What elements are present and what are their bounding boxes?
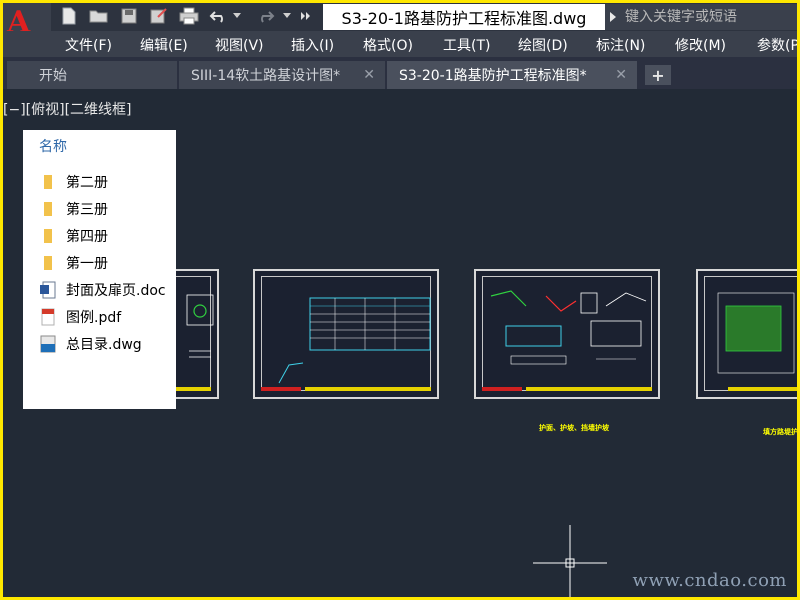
folder-icon [39,254,57,272]
save-icon [121,8,137,24]
menu-draw[interactable]: 绘图(D) [518,35,568,55]
plus-icon: + [651,65,665,85]
sheet-drawing-detail [490,290,647,365]
list-item-folder[interactable]: 第四册 [39,224,108,248]
view-controls-label[interactable]: [−][俯视][二维线框] [3,99,132,119]
file-name: 第三册 [66,202,108,218]
crosshair-cursor-icon [533,525,607,597]
dwg-file-icon [39,335,57,353]
printer-icon [179,7,199,25]
list-item-folder[interactable]: 第一册 [39,251,108,275]
redo-icon [261,11,275,23]
tab-start[interactable]: 开始 [7,61,177,89]
menu-modify[interactable]: 修改(M) [675,35,726,55]
file-tabs: 开始 SIII-14软土路基设计图* ✕ S3-20-1路基防护工程标准图* ✕… [3,59,797,89]
menu-view[interactable]: 视图(V) [215,35,264,55]
word-doc-icon [39,281,57,299]
save-button[interactable] [119,6,139,26]
menu-format[interactable]: 格式(O) [363,35,413,55]
tab-s3-20-1[interactable]: S3-20-1路基防护工程标准图* ✕ [387,61,637,89]
redo-dropdown[interactable] [281,6,293,26]
undo-icon [209,11,223,23]
list-item-file[interactable]: 封面及扉页.doc [39,278,166,302]
new-tab-button[interactable]: + [645,65,671,85]
sheet-titleblock-yellow [728,387,797,391]
close-icon[interactable]: ✕ [363,67,375,83]
list-item-folder[interactable]: 第三册 [39,197,108,221]
file-list-popup: 名称 第二册 第三册 第四册 第一册 封面及扉页.doc 图例.pdf 总目录.… [23,130,176,409]
list-item-file[interactable]: 总目录.dwg [39,332,142,356]
print-button[interactable] [179,6,199,26]
folder-icon [39,173,57,191]
menu-tools[interactable]: 工具(T) [443,35,490,55]
sheet-caption: 护面、护坡、挡墙护坡 [539,424,609,432]
sheet-caption: 填方路堤护 [763,428,797,436]
sheet-titleblock-red [261,387,301,391]
tab-siii-14[interactable]: SIII-14软土路基设计图* ✕ [179,61,385,89]
file-name: 总目录.dwg [66,337,142,353]
sheet-drawing-detail [186,294,214,358]
document-title: S3-20-1路基防护工程标准图.dwg [323,4,605,30]
new-file-icon [62,7,76,25]
caret-right-icon [610,12,616,22]
open-file-button[interactable] [89,6,109,26]
undo-button[interactable] [209,6,229,26]
menu-dimension[interactable]: 标注(N) [596,35,645,55]
sheet-drawing-detail [278,362,304,384]
sheet-titleblock-red [482,387,522,391]
file-name: 第一册 [66,256,108,272]
sheet-grid-pattern [717,292,795,374]
search-input[interactable] [621,4,797,30]
caret-down-icon [233,13,241,18]
title-expand-button[interactable] [605,4,621,30]
caret-down-icon [283,13,291,18]
folder-icon [39,200,57,218]
watermark: www.cndao.com [632,570,787,591]
app-window: A S3-20-1路基防护工程标准图.dwg 键入关键字或短语 文件(F) 编辑… [3,3,797,597]
sheet-titleblock-yellow [526,387,652,391]
new-file-button[interactable] [59,6,79,26]
pdf-icon [39,308,57,326]
menu-file[interactable]: 文件(F) [65,35,112,55]
double-chevron-right-icon [301,12,310,20]
file-name: 第四册 [66,229,108,245]
save-as-button[interactable] [149,6,169,26]
menu-insert[interactable]: 插入(I) [291,35,334,55]
undo-dropdown[interactable] [231,6,243,26]
file-name: 第二册 [66,175,108,191]
tab-label: SIII-14软土路基设计图* [191,68,341,84]
folder-icon [39,227,57,245]
file-name: 图例.pdf [66,310,122,326]
close-icon[interactable]: ✕ [615,67,627,83]
tab-label: S3-20-1路基防护工程标准图* [399,68,587,84]
list-item-folder[interactable]: 第二册 [39,170,108,194]
menu-edit[interactable]: 编辑(E) [140,35,188,55]
sheet-titleblock-yellow [305,387,431,391]
menu-parametric[interactable]: 参数(P) [757,35,797,55]
save-as-icon [150,8,167,24]
quick-access-toolbar: A S3-20-1路基防护工程标准图.dwg 键入关键字或短语 [3,3,797,51]
name-column-header[interactable]: 名称 [39,136,67,156]
file-name: 封面及扉页.doc [66,283,166,299]
redo-button[interactable] [255,6,275,26]
drawing-sheet [253,269,439,399]
drawing-sheet [474,269,660,399]
menu-bar: 文件(F) 编辑(E) 视图(V) 插入(I) 格式(O) 工具(T) 绘图(D… [3,31,797,57]
toolbar-overflow-button[interactable] [299,6,313,26]
drawing-sheet [696,269,797,399]
folder-open-icon [89,10,108,23]
tab-label: 开始 [39,68,67,84]
sheet-table [309,297,431,351]
list-item-file[interactable]: 图例.pdf [39,305,121,329]
